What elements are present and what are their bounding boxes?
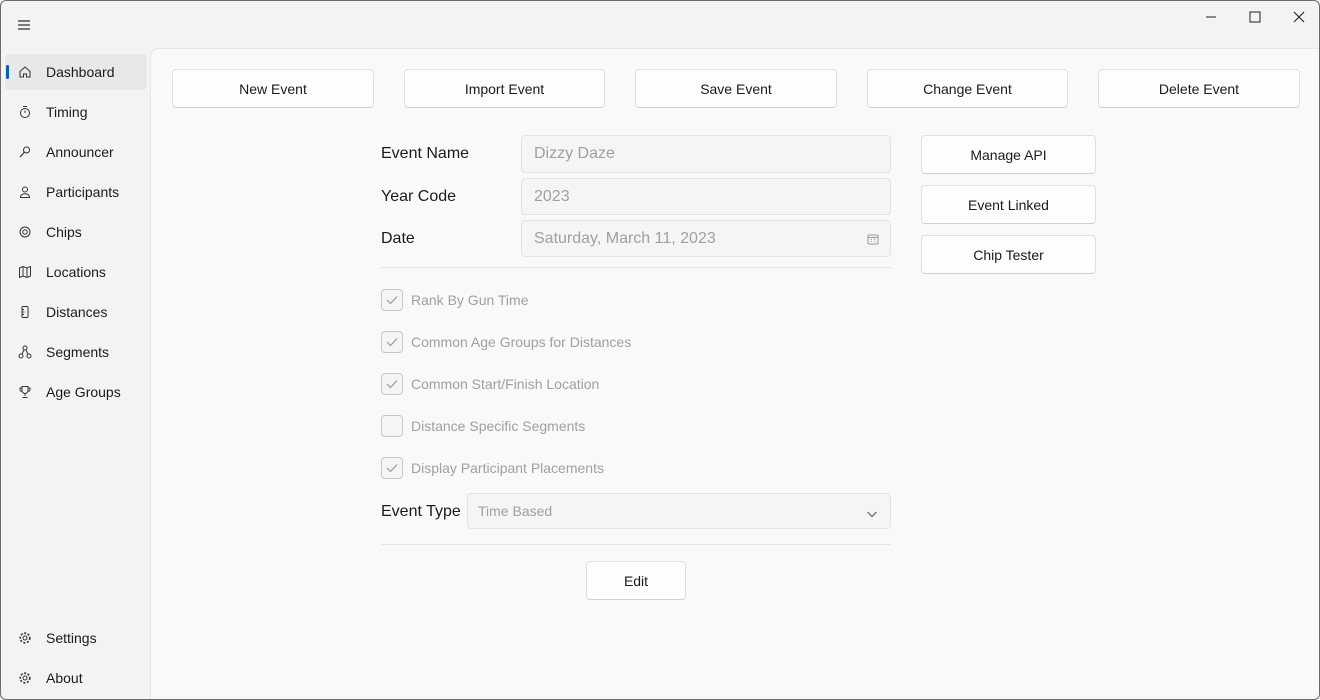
sidebar-item-chips[interactable]: Chips [5,214,147,250]
year-code-label: Year Code [381,188,457,205]
date-picker[interactable]: Saturday, March 11, 2023 [521,220,891,257]
common-age-groups-checkbox[interactable]: Common Age Groups for Distances [381,330,631,354]
sidebar-item-label: Distances [46,304,108,320]
save-event-button[interactable]: Save Event [635,69,837,108]
sidebar-item-locations[interactable]: Locations [5,254,147,290]
sidebar-item-segments[interactable]: Segments [5,334,147,370]
app-window: Dashboard Timing Announcer Participants … [0,0,1320,700]
checkbox-box[interactable] [381,331,403,353]
checkbox-label: Distance Specific Segments [411,418,586,434]
person-icon [18,185,32,199]
checkbox-label: Display Participant Placements [411,460,604,476]
gear-icon [18,631,32,645]
event-type-select[interactable]: Time Based [467,493,891,529]
checkbox-box[interactable] [381,373,403,395]
sidebar-item-about[interactable]: About [5,660,147,696]
info-gear-icon [18,671,32,685]
new-event-button[interactable]: New Event [172,69,374,108]
sidebar-item-label: Locations [46,264,106,280]
distance-specific-segments-checkbox[interactable]: Distance Specific Segments [381,414,585,438]
event-linked-button[interactable]: Event Linked [921,185,1096,224]
segments-icon [18,345,32,359]
rank-by-gun-time-checkbox[interactable]: Rank By Gun Time [381,288,529,312]
microphone-icon [18,145,32,159]
selection-indicator [6,65,9,79]
calendar-icon[interactable] [867,232,879,250]
minimize-icon[interactable] [1189,1,1233,33]
manage-api-button[interactable]: Manage API [921,135,1096,174]
sidebar-item-label: Timing [46,104,88,120]
sidebar-item-distances[interactable]: Distances [5,294,147,330]
sidebar-item-timing[interactable]: Timing [5,94,147,130]
title-bar [1,1,1319,49]
chevron-down-icon [866,506,878,522]
checkbox-label: Rank By Gun Time [411,292,529,308]
change-event-button[interactable]: Change Event [867,69,1068,108]
sidebar-item-participants[interactable]: Participants [5,174,147,210]
checkbox-label: Common Age Groups for Distances [411,334,632,350]
checkbox-box[interactable] [381,289,403,311]
display-placements-checkbox[interactable]: Display Participant Placements [381,456,604,480]
home-icon [18,65,32,79]
chip-tester-button[interactable]: Chip Tester [921,235,1096,274]
chip-icon [18,225,32,239]
date-label: Date [381,230,415,247]
ruler-icon [18,305,32,319]
event-type-label: Event Type [381,503,461,520]
close-icon[interactable] [1277,1,1319,33]
sidebar-item-label: Age Groups [46,384,121,400]
date-value: Saturday, March 11, 2023 [534,229,716,247]
event-type-value: Time Based [478,503,553,519]
sidebar-item-label: Settings [46,630,97,646]
event-name-label: Event Name [381,145,470,162]
checkbox-box[interactable] [381,457,403,479]
stopwatch-icon [18,105,32,119]
sidebar-item-age-groups[interactable]: Age Groups [5,374,147,410]
sidebar-item-announcer[interactable]: Announcer [5,134,147,170]
map-icon [18,265,32,279]
edit-button[interactable]: Edit [586,561,686,600]
sidebar-item-label: Chips [46,224,82,240]
sidebar-item-dashboard[interactable]: Dashboard [5,54,147,90]
sidebar-item-label: Segments [46,344,110,360]
delete-event-button[interactable]: Delete Event [1098,69,1300,108]
checkbox-label: Common Start/Finish Location [411,376,600,392]
form-divider [381,267,891,268]
sidebar-item-label: About [46,670,83,686]
form-divider [381,544,891,545]
year-code-field[interactable]: 2023 [521,178,891,215]
sidebar-item-settings[interactable]: Settings [5,620,147,656]
maximize-icon[interactable] [1233,1,1277,33]
checkbox-box[interactable] [381,415,403,437]
sidebar-item-label: Announcer [46,144,114,160]
event-name-field[interactable]: Dizzy Daze [521,135,891,173]
import-event-button[interactable]: Import Event [404,69,605,108]
common-start-finish-checkbox[interactable]: Common Start/Finish Location [381,372,599,396]
sidebar-item-label: Dashboard [46,64,115,80]
trophy-icon [18,385,32,399]
sidebar-item-label: Participants [46,184,120,200]
hamburger-icon[interactable] [11,13,37,37]
